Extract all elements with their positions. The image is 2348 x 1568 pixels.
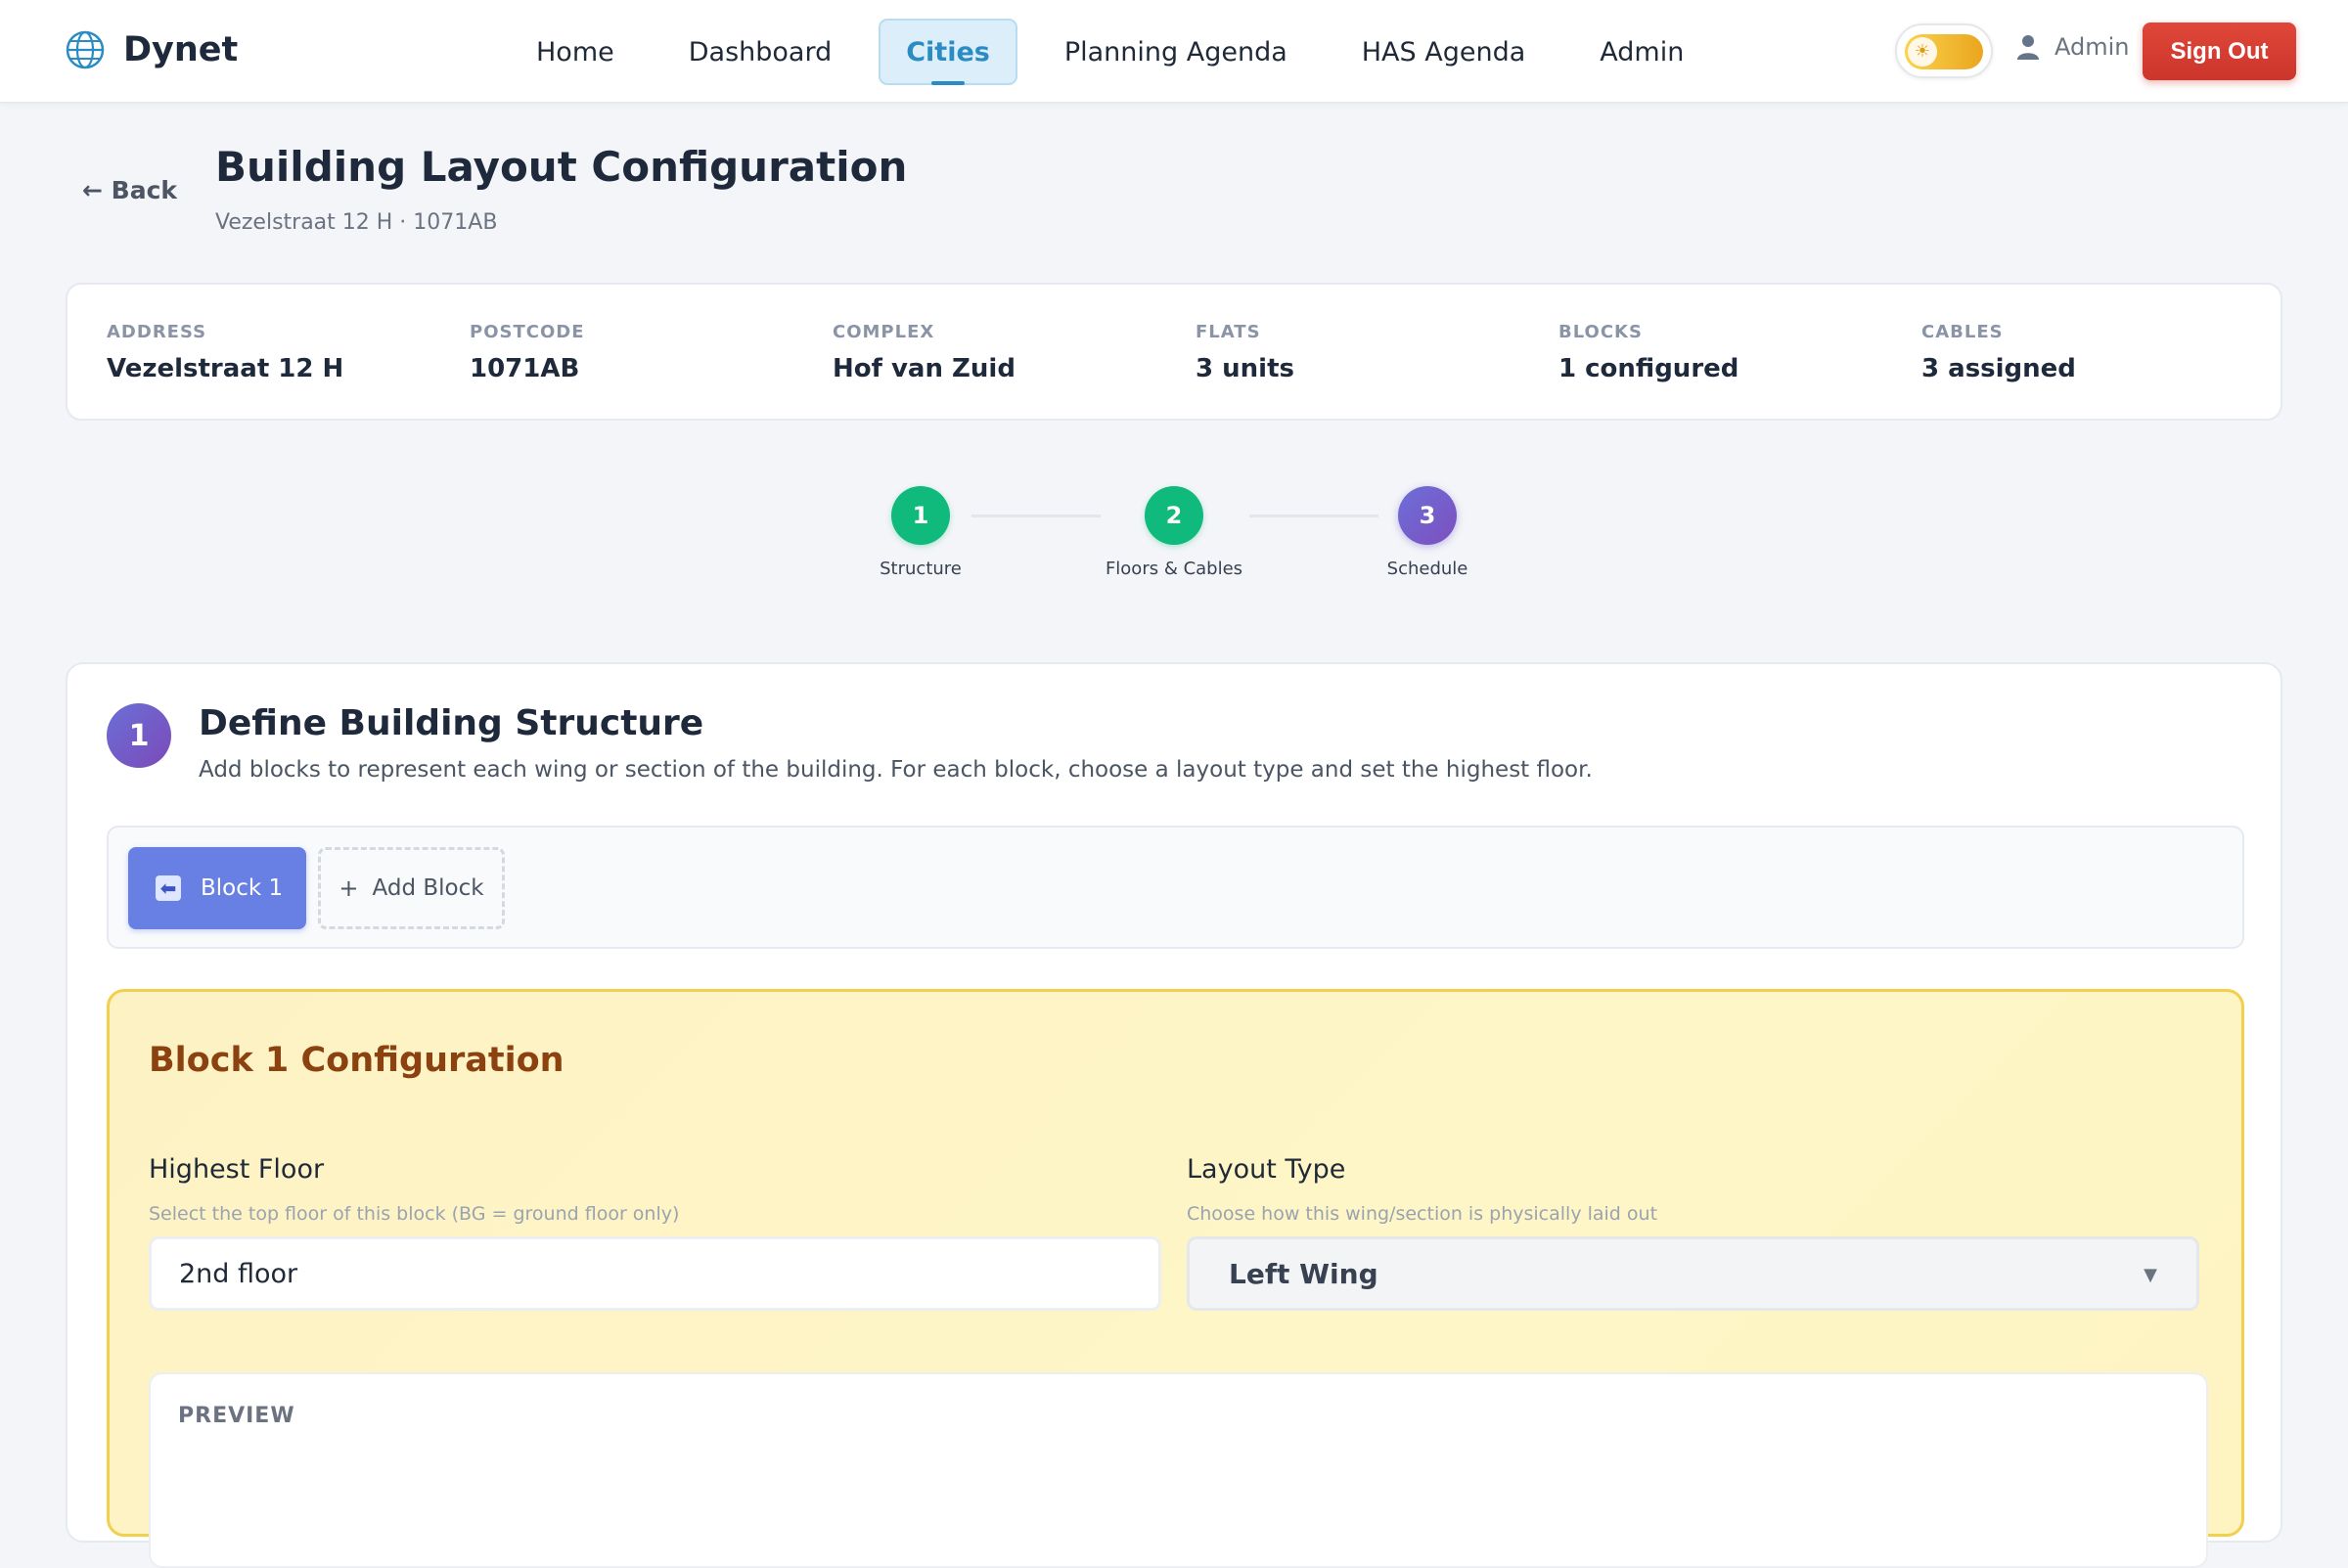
brand-name: Dynet: [123, 30, 239, 69]
info-value: 3 units: [1196, 354, 1294, 383]
step-number: 1: [891, 486, 950, 545]
user-name: Admin: [2054, 33, 2130, 61]
block-tab-label: Block 1: [201, 875, 284, 901]
page-subtitle: Vezelstraat 12 H · 1071AB: [215, 210, 498, 235]
info-label: FLATS: [1196, 322, 1261, 342]
preview-label: PREVIEW: [178, 1404, 295, 1428]
info-value: 1071AB: [470, 354, 580, 383]
info-value: 1 configured: [1558, 354, 1739, 383]
theme-toggle-track: ☀: [1905, 34, 1983, 69]
nav-link-has-agenda[interactable]: HAS Agenda: [1334, 19, 1554, 85]
nav-link-admin[interactable]: Admin: [1572, 19, 1711, 85]
theme-toggle[interactable]: ☀: [1895, 23, 1993, 78]
brand[interactable]: Dynet: [65, 29, 238, 70]
highest-floor-value: 2nd floor: [179, 1258, 298, 1289]
nav-link-home[interactable]: Home: [509, 19, 642, 85]
info-label: CABLES: [1921, 322, 2004, 342]
step-label: Structure: [880, 559, 962, 579]
info-label: ADDRESS: [107, 322, 207, 342]
user-menu[interactable]: Admin: [2015, 33, 2130, 61]
highest-floor-input[interactable]: 2nd floor: [149, 1236, 1161, 1311]
highest-floor-label: Highest Floor: [149, 1154, 325, 1185]
layout-type-label: Layout Type: [1187, 1154, 1346, 1185]
layout-type-hint: Choose how this wing/section is physical…: [1187, 1203, 1658, 1225]
add-block-label: Add Block: [372, 875, 484, 901]
step-floors-cables[interactable]: 2 Floors & Cables: [1086, 486, 1262, 579]
nav-link-cities[interactable]: Cities: [879, 19, 1017, 85]
info-label: COMPLEX: [833, 322, 935, 342]
sun-icon: ☀: [1908, 37, 1937, 67]
highest-floor-hint: Select the top floor of this block (BG =…: [149, 1203, 680, 1225]
structure-card: 1 Define Building Structure Add blocks t…: [66, 662, 2282, 1568]
info-value: 3 assigned: [1921, 354, 2076, 383]
block-config-title: Block 1 Configuration: [149, 1041, 564, 1080]
step-number: 2: [1145, 486, 1203, 545]
top-nav: Dynet Home Dashboard Cities Planning Age…: [0, 0, 2348, 103]
add-block-button[interactable]: + Add Block: [318, 847, 505, 929]
plus-icon: +: [339, 874, 359, 902]
nav-link-dashboard[interactable]: Dashboard: [661, 19, 859, 85]
step-structure[interactable]: 1 Structure: [833, 486, 1009, 579]
chevron-down-icon: ▼: [2144, 1265, 2157, 1285]
block-config-card: Block 1 Configuration Highest Floor Sele…: [107, 989, 2244, 1568]
page-title: Building Layout Configuration: [215, 143, 908, 191]
info-address: ADDRESS Vezelstraat 12 H: [107, 322, 343, 383]
section-title: Define Building Structure: [199, 703, 704, 743]
info-label: POSTCODE: [470, 322, 585, 342]
block-tab-block-1[interactable]: ⬅ Block 1: [128, 847, 306, 929]
layout-type-value: Left Wing: [1229, 1257, 1378, 1290]
section-number-badge: 1: [107, 703, 171, 768]
info-value: Hof van Zuid: [833, 354, 1016, 383]
arrow-left-icon: ⬅: [156, 875, 181, 901]
step-label: Schedule: [1386, 559, 1468, 579]
back-link[interactable]: ← Back: [82, 176, 177, 204]
info-complex: COMPLEX Hof van Zuid: [833, 322, 1016, 383]
info-flats: FLATS 3 units: [1196, 322, 1294, 383]
building-info-card: ADDRESS Vezelstraat 12 H POSTCODE 1071AB…: [66, 283, 2282, 421]
globe-icon: [66, 30, 105, 69]
layout-type-select[interactable]: Left Wing ▼: [1187, 1236, 2199, 1311]
step-label: Floors & Cables: [1105, 559, 1243, 579]
nav-link-planning-agenda[interactable]: Planning Agenda: [1037, 19, 1315, 85]
step-number: 3: [1398, 486, 1457, 545]
layout-preview: PREVIEW: [149, 1372, 2208, 1568]
blocks-bar: ⬅ Block 1 + Add Block: [107, 826, 2244, 949]
info-cables: CABLES 3 assigned: [1921, 322, 2076, 383]
user-icon: [2017, 35, 2039, 60]
sign-out-button[interactable]: Sign Out: [2143, 22, 2296, 80]
info-label: BLOCKS: [1558, 322, 1643, 342]
nav-links: Home Dashboard Cities Planning Agenda HA…: [509, 18, 1731, 86]
section-description: Add blocks to represent each wing or sec…: [199, 757, 1593, 783]
info-blocks: BLOCKS 1 configured: [1558, 322, 1738, 383]
step-schedule[interactable]: 3 Schedule: [1339, 486, 1515, 579]
info-value: Vezelstraat 12 H: [107, 354, 344, 383]
info-postcode: POSTCODE 1071AB: [470, 322, 585, 383]
